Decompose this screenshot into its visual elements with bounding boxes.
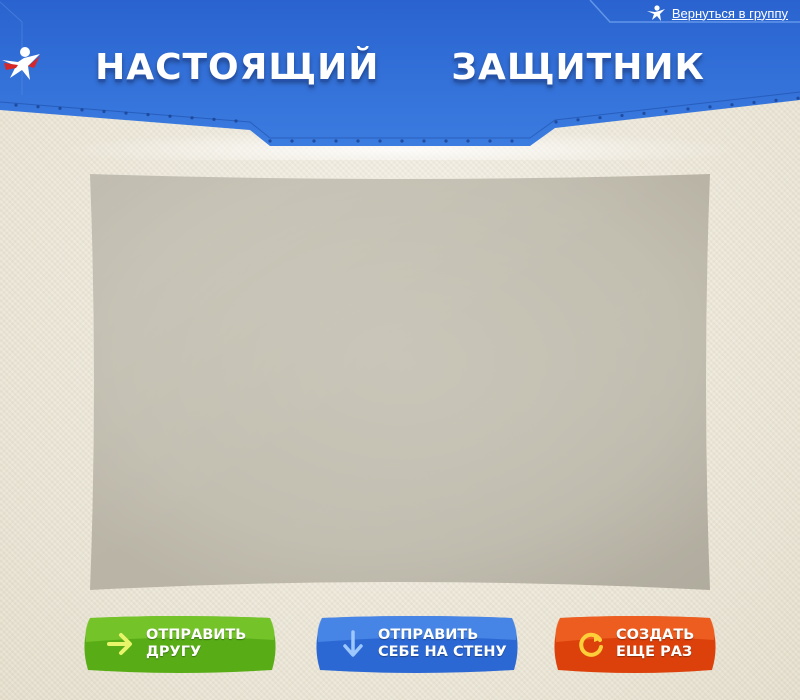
rivet xyxy=(234,119,238,123)
rivet xyxy=(378,139,382,143)
person-star-icon xyxy=(646,4,666,22)
header-banner: Вернуться в группу НАСТОЯЩИЙ ЗАЩИТНИК xyxy=(0,0,800,160)
rivet xyxy=(312,139,316,143)
rivet xyxy=(466,139,470,143)
back-link-label: Вернуться в группу xyxy=(671,5,788,21)
rivet xyxy=(488,139,492,143)
rivet xyxy=(708,105,712,109)
arrow-right-icon xyxy=(106,629,136,659)
rivet xyxy=(356,139,360,143)
rivet xyxy=(290,139,294,143)
rivet xyxy=(510,139,514,143)
rivet xyxy=(796,96,800,100)
defender-logo-icon xyxy=(2,47,437,87)
rivet xyxy=(554,120,558,124)
rivet xyxy=(36,105,40,109)
create-again-button[interactable]: СОЗДАТЬ ЕЩЕ РАЗ xyxy=(550,614,720,674)
rivet xyxy=(168,114,172,118)
refresh-icon xyxy=(576,629,606,659)
rivet xyxy=(642,111,646,115)
post-to-wall-label: ОТПРАВИТЬ СЕБЕ НА СТЕНУ xyxy=(378,627,507,660)
rivet xyxy=(102,109,106,114)
rivet xyxy=(80,108,84,112)
rivet xyxy=(268,139,272,143)
back-to-group-link[interactable]: Вернуться в группу xyxy=(646,4,788,22)
rivet xyxy=(14,103,18,107)
rivet xyxy=(146,113,150,117)
arrow-down-icon xyxy=(338,629,368,659)
send-to-friend-button[interactable]: ОТПРАВИТЬ ДРУГУ xyxy=(80,614,280,674)
photo-placeholder xyxy=(90,174,710,590)
rivet xyxy=(58,106,62,110)
rivet xyxy=(686,107,690,111)
rivet xyxy=(334,139,338,143)
post-to-wall-button[interactable]: ОТПРАВИТЬ СЕБЕ НА СТЕНУ xyxy=(312,614,522,674)
rivet xyxy=(730,103,734,107)
rivet xyxy=(190,116,194,120)
rivet xyxy=(620,113,624,118)
rivet xyxy=(422,139,426,143)
rivet xyxy=(598,116,602,120)
rivet xyxy=(444,139,448,143)
title-left: НАСТОЯЩИЙ xyxy=(95,46,380,88)
title-right: ЗАЩИТНИК xyxy=(451,46,705,88)
send-to-friend-label: ОТПРАВИТЬ ДРУГУ xyxy=(146,627,247,660)
rivet xyxy=(400,139,404,143)
rivet xyxy=(664,109,668,113)
rivet xyxy=(774,98,778,102)
create-again-label: СОЗДАТЬ ЕЩЕ РАЗ xyxy=(616,627,695,660)
page-title: НАСТОЯЩИЙ ЗАЩИТНИК xyxy=(0,44,800,90)
rivet xyxy=(752,100,756,105)
rivet xyxy=(212,117,216,122)
rivet xyxy=(124,111,128,115)
rivet xyxy=(576,118,580,122)
